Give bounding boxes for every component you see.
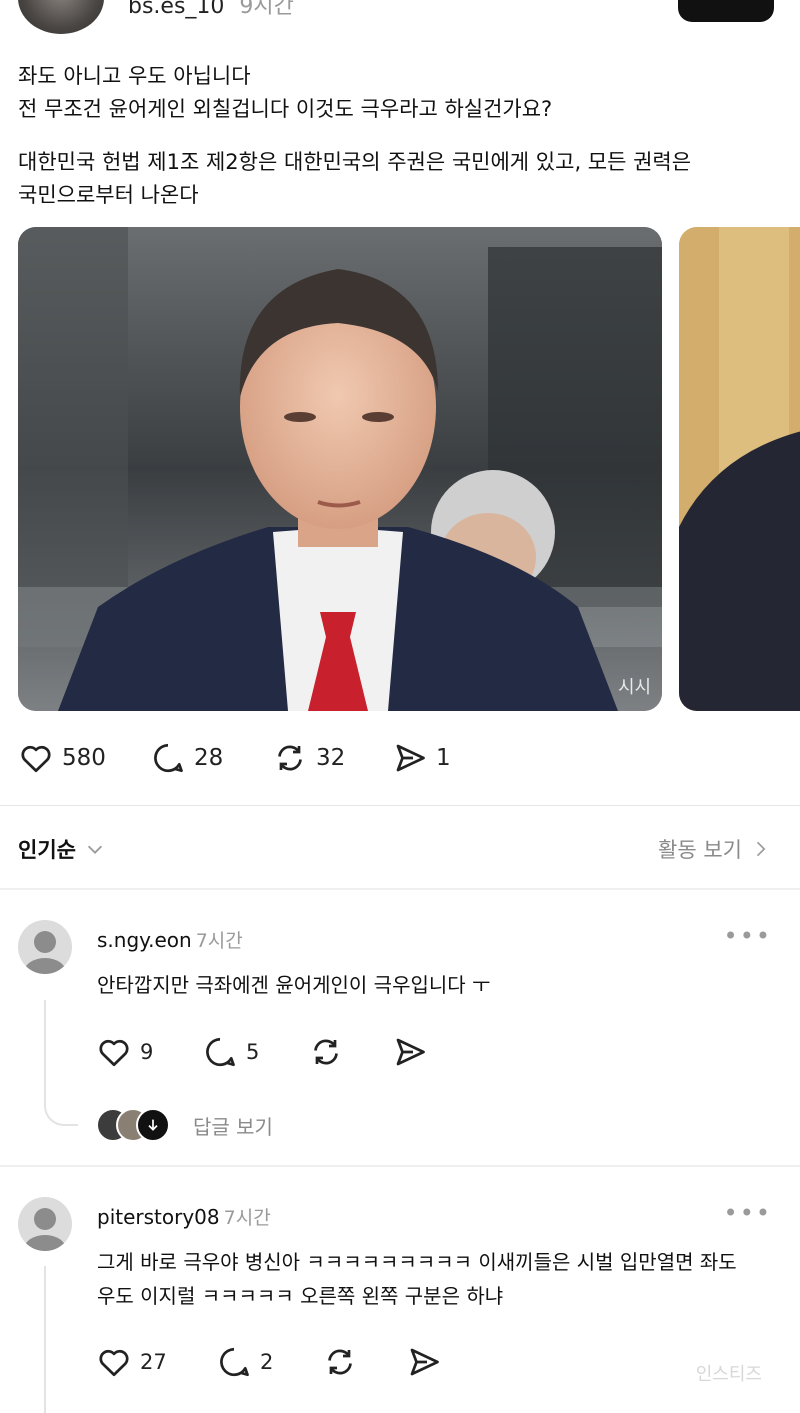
share-button[interactable]: 1 bbox=[392, 740, 451, 776]
post-photo[interactable]: 시시 bbox=[18, 227, 662, 711]
comment-username[interactable]: s.ngy.eon bbox=[97, 928, 192, 952]
comment-text: 안타깝지만 극좌에겐 윤어게인이 극우입니다 ㅜ bbox=[97, 968, 490, 1002]
repost-icon bbox=[278, 745, 302, 771]
comment-reply-count: 5 bbox=[246, 1040, 260, 1064]
post-text-line: 전 무조건 윤어게인 외칠겁니다 이것도 극우라고 하실건가요? bbox=[18, 97, 553, 121]
comment-header: s.ngy.eon 7시간 bbox=[97, 926, 243, 953]
divider bbox=[0, 805, 800, 806]
heart-icon bbox=[21, 745, 51, 773]
comment-avatar[interactable] bbox=[18, 1197, 72, 1251]
chevron-right-icon bbox=[756, 841, 766, 857]
comment-button[interactable]: 28 bbox=[150, 740, 223, 776]
comment-repost-button[interactable] bbox=[322, 1344, 358, 1380]
comment-text-line: 그게 바로 극우야 병신아 ㅋㅋㅋㅋㅋㅋㅋㅋㅋ 이새끼들은 시벌 입만열면 좌도 bbox=[97, 1250, 737, 1274]
thread-line bbox=[44, 1266, 46, 1413]
like-count: 580 bbox=[62, 745, 106, 771]
comment-count: 28 bbox=[194, 745, 224, 771]
thread-line bbox=[44, 1000, 46, 1100]
repost-icon bbox=[314, 1039, 338, 1065]
author-username[interactable]: bs.es_10 9시간 bbox=[128, 0, 294, 20]
more-options-button[interactable]: ••• bbox=[724, 922, 772, 950]
comment-like-count: 27 bbox=[140, 1350, 167, 1374]
comment-time: 7시간 bbox=[195, 930, 243, 952]
comment-text-line: 안타깝지만 극좌에겐 윤어게인이 극우입니다 ㅜ bbox=[97, 973, 491, 997]
divider bbox=[0, 1165, 800, 1167]
heart-icon bbox=[99, 1039, 129, 1067]
reply-avatar bbox=[136, 1108, 170, 1142]
sort-dropdown[interactable]: 인기순 bbox=[18, 834, 106, 864]
like-button[interactable]: 580 bbox=[18, 740, 106, 776]
avatar-placeholder-icon bbox=[24, 1208, 66, 1251]
comment-share-button[interactable] bbox=[406, 1344, 442, 1380]
post-paragraph-2: 대한민국 헌법 제1조 제2항은 대한민국의 주권은 국민에게 있고, 모든 권… bbox=[18, 146, 691, 212]
activity-label: 활동 보기 bbox=[658, 838, 742, 862]
post-text-line: 대한민국 헌법 제1조 제2항은 대한민국의 주권은 국민에게 있고, 모든 권… bbox=[18, 150, 692, 174]
avatar-placeholder-icon bbox=[24, 931, 66, 974]
more-options-button[interactable]: ••• bbox=[724, 1199, 772, 1227]
comment-reply-button[interactable]: 5 bbox=[202, 1034, 259, 1070]
comment-icon bbox=[154, 743, 183, 773]
comment-repost-button[interactable] bbox=[308, 1034, 344, 1070]
share-icon bbox=[396, 744, 425, 772]
activity-link[interactable]: 활동 보기 bbox=[658, 834, 770, 864]
repost-icon bbox=[328, 1349, 352, 1375]
watermark: 인스티즈 bbox=[695, 1364, 762, 1385]
photo-illustration-second bbox=[679, 227, 800, 711]
comment-icon bbox=[220, 1347, 249, 1377]
divider bbox=[0, 888, 800, 890]
comment-username[interactable]: piterstory08 bbox=[97, 1205, 220, 1229]
share-icon bbox=[410, 1348, 439, 1376]
more-icon: ••• bbox=[723, 1199, 772, 1227]
author-avatar[interactable] bbox=[18, 0, 104, 34]
view-replies-link[interactable]: 답글 보기 bbox=[193, 1111, 273, 1140]
more-icon: ••• bbox=[723, 922, 772, 950]
repost-count: 32 bbox=[316, 745, 346, 771]
photo-illustration: 시시 bbox=[18, 227, 662, 711]
post-text-line: 좌도 아니고 우도 아닙니다 bbox=[18, 64, 251, 88]
chevron-down-icon bbox=[87, 845, 103, 854]
share-count: 1 bbox=[436, 745, 451, 771]
comment-reply-button[interactable]: 2 bbox=[216, 1344, 273, 1380]
comment-share-button[interactable] bbox=[392, 1034, 428, 1070]
sort-label: 인기순 bbox=[18, 838, 76, 862]
post-photo-second[interactable] bbox=[679, 227, 800, 711]
comment-like-button[interactable]: 27 bbox=[96, 1344, 167, 1380]
comment-icon bbox=[206, 1037, 235, 1067]
follow-button[interactable] bbox=[678, 0, 774, 22]
author-username-text: bs.es_10 bbox=[128, 0, 225, 19]
comment-header: piterstory08 7시간 bbox=[97, 1203, 271, 1230]
comment-avatar[interactable] bbox=[18, 920, 72, 974]
arrow-down-icon bbox=[148, 1119, 158, 1131]
repost-button[interactable]: 32 bbox=[272, 740, 345, 776]
heart-icon bbox=[99, 1349, 129, 1377]
post-paragraph-1: 좌도 아니고 우도 아닙니다 전 무조건 윤어게인 외칠겁니다 이것도 극우라고… bbox=[18, 60, 552, 126]
share-icon bbox=[396, 1038, 425, 1066]
reply-avatars bbox=[96, 1108, 172, 1142]
post-time: 9시간 bbox=[239, 0, 294, 19]
comment-like-count: 9 bbox=[140, 1040, 154, 1064]
comment-time: 7시간 bbox=[223, 1207, 271, 1229]
photo-watermark: 시시 bbox=[618, 677, 651, 698]
comment-like-button[interactable]: 9 bbox=[96, 1034, 153, 1070]
post-text-line: 국민으로부터 나온다 bbox=[18, 183, 199, 207]
comment-text-line: 우도 이지럴 ㅋㅋㅋㅋㅋ 오른쪽 왼쪽 구분은 하냐 bbox=[97, 1284, 504, 1308]
thread-curve bbox=[44, 1100, 78, 1126]
comment-text: 그게 바로 극우야 병신아 ㅋㅋㅋㅋㅋㅋㅋㅋㅋ 이새끼들은 시벌 입만열면 좌도… bbox=[97, 1245, 737, 1313]
comment-reply-count: 2 bbox=[260, 1350, 274, 1374]
